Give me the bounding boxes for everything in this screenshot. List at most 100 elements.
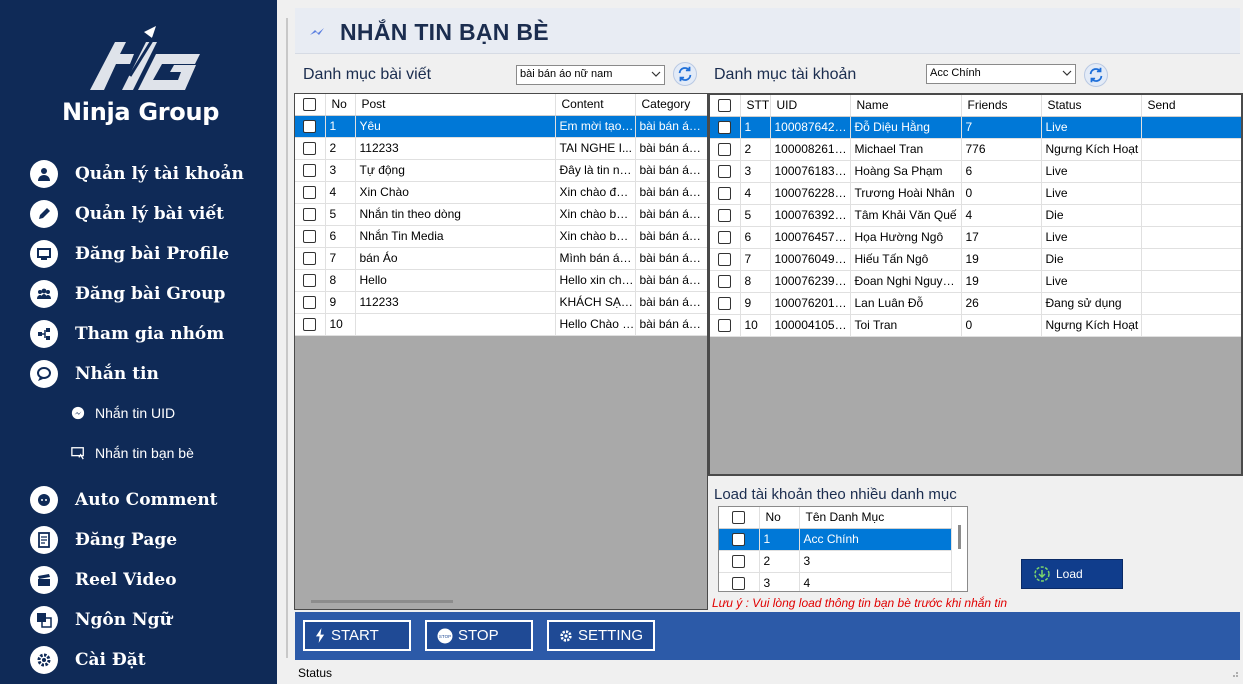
row-checkbox-cell[interactable] <box>710 116 741 139</box>
column-header[interactable]: Post <box>355 94 556 116</box>
nav-message-friends[interactable]: Nhắn tin bạn bè <box>70 442 194 464</box>
table-row[interactable]: 4 1000762285... Trương Hoài Nhân 0 Live <box>710 182 1241 205</box>
row-checkbox-cell[interactable] <box>710 160 741 183</box>
checkbox[interactable] <box>303 120 317 134</box>
nav-messages[interactable]: Nhắn tin <box>30 359 159 389</box>
checkbox[interactable] <box>732 533 746 547</box>
row-checkbox-cell[interactable] <box>295 291 326 314</box>
table-row[interactable]: 2 112233 TAI NGHE I... bài bán áo nữ <box>295 137 707 160</box>
nav-post-group[interactable]: Đăng bài Group <box>30 279 225 309</box>
table-row[interactable]: 23 <box>719 550 952 573</box>
column-header[interactable]: Name <box>850 95 962 117</box>
checkbox[interactable] <box>718 121 732 135</box>
nav-auto-comment[interactable]: Auto Comment <box>30 485 218 515</box>
nav-message-uid[interactable]: Nhắn tin UID <box>70 402 175 424</box>
row-checkbox-cell[interactable] <box>719 528 760 551</box>
column-header[interactable]: No <box>325 94 356 116</box>
load-button[interactable]: Load <box>1021 559 1123 589</box>
column-header[interactable]: STT <box>740 95 771 117</box>
nav-post-profile[interactable]: Đăng bài Profile <box>30 239 229 269</box>
row-checkbox-cell[interactable] <box>295 137 326 160</box>
table-row[interactable]: 10 Hello Chào c... bài bán áo nữ <box>295 313 707 336</box>
row-checkbox-cell[interactable] <box>710 182 741 205</box>
row-checkbox-cell[interactable] <box>295 203 326 226</box>
select-all-accounts[interactable] <box>710 95 741 117</box>
column-header[interactable]: Status <box>1041 95 1142 117</box>
setting-button[interactable]: SETTING <box>547 620 655 651</box>
checkbox[interactable] <box>718 187 732 201</box>
row-checkbox-cell[interactable] <box>719 572 760 591</box>
checkbox[interactable] <box>718 143 732 157</box>
column-header[interactable]: No <box>759 507 800 529</box>
row-checkbox-cell[interactable] <box>710 270 741 293</box>
nav-post-management[interactable]: Quản lý bài viết <box>30 199 224 229</box>
checkbox[interactable] <box>718 319 732 333</box>
checkbox[interactable] <box>303 186 317 200</box>
table-row[interactable]: 1 1000876422... Đỗ Diệu Hằng 7 Live <box>710 116 1241 139</box>
table-row[interactable]: 8 1000762391... Đoan Nghi Nguyễn ... 19 Live <box>710 270 1241 293</box>
row-checkbox-cell[interactable] <box>719 550 760 573</box>
horizontal-scrollbar[interactable] <box>311 600 453 603</box>
checkbox[interactable] <box>303 230 317 244</box>
table-row[interactable]: 2 1000082617... Michael Tran 776 Ngưng Kích … <box>710 138 1241 161</box>
column-header[interactable]: Category <box>635 94 707 116</box>
column-header[interactable]: Friends <box>961 95 1042 117</box>
table-row[interactable]: 8 Hello Hello xin chà... bài bán áo nữ <box>295 269 707 292</box>
checkbox[interactable] <box>303 296 317 310</box>
posts-category-select[interactable]: bài bán áo nữ nam <box>516 65 665 85</box>
checkbox[interactable] <box>718 231 732 245</box>
row-checkbox-cell[interactable] <box>710 226 741 249</box>
accounts-category-select[interactable]: Acc Chính <box>926 64 1076 84</box>
table-row[interactable]: 9 112233 KHÁCH SẠN... bài bán áo nữ <box>295 291 707 314</box>
table-row[interactable]: 3 1000761830... Hoàng Sa Phạm 6 Live <box>710 160 1241 183</box>
checkbox[interactable] <box>303 164 317 178</box>
checkbox[interactable] <box>718 165 732 179</box>
checkbox[interactable] <box>303 98 317 112</box>
nav-settings[interactable]: Cài Đặt <box>30 645 146 675</box>
resize-grip-icon[interactable] <box>1229 668 1239 678</box>
table-row[interactable]: 1YêuEm mời tạo ni...bài bán áo nữ <box>295 115 707 138</box>
column-header[interactable]: Content <box>555 94 636 116</box>
checkbox[interactable] <box>732 511 746 525</box>
checkbox[interactable] <box>718 99 732 113</box>
column-header[interactable]: Tên Danh Mục <box>799 507 952 529</box>
row-checkbox-cell[interactable] <box>710 292 741 315</box>
table-row[interactable]: 34 <box>719 572 952 591</box>
stop-button[interactable]: STOP STOP <box>425 620 533 651</box>
checkbox[interactable] <box>718 297 732 311</box>
column-header[interactable]: UID <box>770 95 851 117</box>
row-checkbox-cell[interactable] <box>295 225 326 248</box>
row-checkbox-cell[interactable] <box>295 269 326 292</box>
checkbox[interactable] <box>303 318 317 332</box>
table-row[interactable]: 4 Xin Chào Xin chào đây... bài bán áo nữ <box>295 181 707 204</box>
select-all-posts[interactable] <box>295 94 326 116</box>
row-checkbox-cell[interactable] <box>295 247 326 270</box>
accounts-refresh-button[interactable] <box>1084 63 1108 87</box>
checkbox[interactable] <box>303 252 317 266</box>
row-checkbox-cell[interactable] <box>710 138 741 161</box>
nav-language[interactable]: Ngôn Ngữ <box>30 605 172 635</box>
checkbox[interactable] <box>718 275 732 289</box>
row-checkbox-cell[interactable] <box>295 159 326 182</box>
table-row[interactable]: 3 Tự động Đây là tin nh... bài bán áo nữ <box>295 159 707 182</box>
table-row[interactable]: 1 Acc Chính <box>719 528 952 551</box>
table-row[interactable]: 10 1000041057... Toi Tran 0 Ngưng Kích Hoạt <box>710 314 1241 337</box>
row-checkbox-cell[interactable] <box>710 314 741 337</box>
checkbox[interactable] <box>732 577 746 591</box>
table-row[interactable]: 7 bán Áo Mình bán áo... bài bán áo nữ <box>295 247 707 270</box>
checkbox[interactable] <box>718 253 732 267</box>
posts-refresh-button[interactable] <box>673 62 697 86</box>
row-checkbox-cell[interactable] <box>295 181 326 204</box>
table-row[interactable]: 5 Nhắn tin theo dòng Xin chào bạn... bài bá… <box>295 203 707 226</box>
row-checkbox-cell[interactable] <box>710 248 741 271</box>
checkbox[interactable] <box>303 274 317 288</box>
checkbox[interactable] <box>303 142 317 156</box>
nav-account-management[interactable]: Quản lý tài khoản <box>30 159 244 189</box>
table-row[interactable]: 7 1000760492... Hiếu Tấn Ngô 19 Die <box>710 248 1241 271</box>
checkbox[interactable] <box>718 209 732 223</box>
table-row[interactable]: 5 1000763921... Tâm Khải Văn Quế 4 Die <box>710 204 1241 227</box>
nav-join-group[interactable]: Tham gia nhóm <box>30 319 224 349</box>
table-row[interactable]: 6 1000764573... Họa Hường Ngô 17 Live <box>710 226 1241 249</box>
checkbox[interactable] <box>732 555 746 569</box>
select-all-categories[interactable] <box>719 507 760 529</box>
